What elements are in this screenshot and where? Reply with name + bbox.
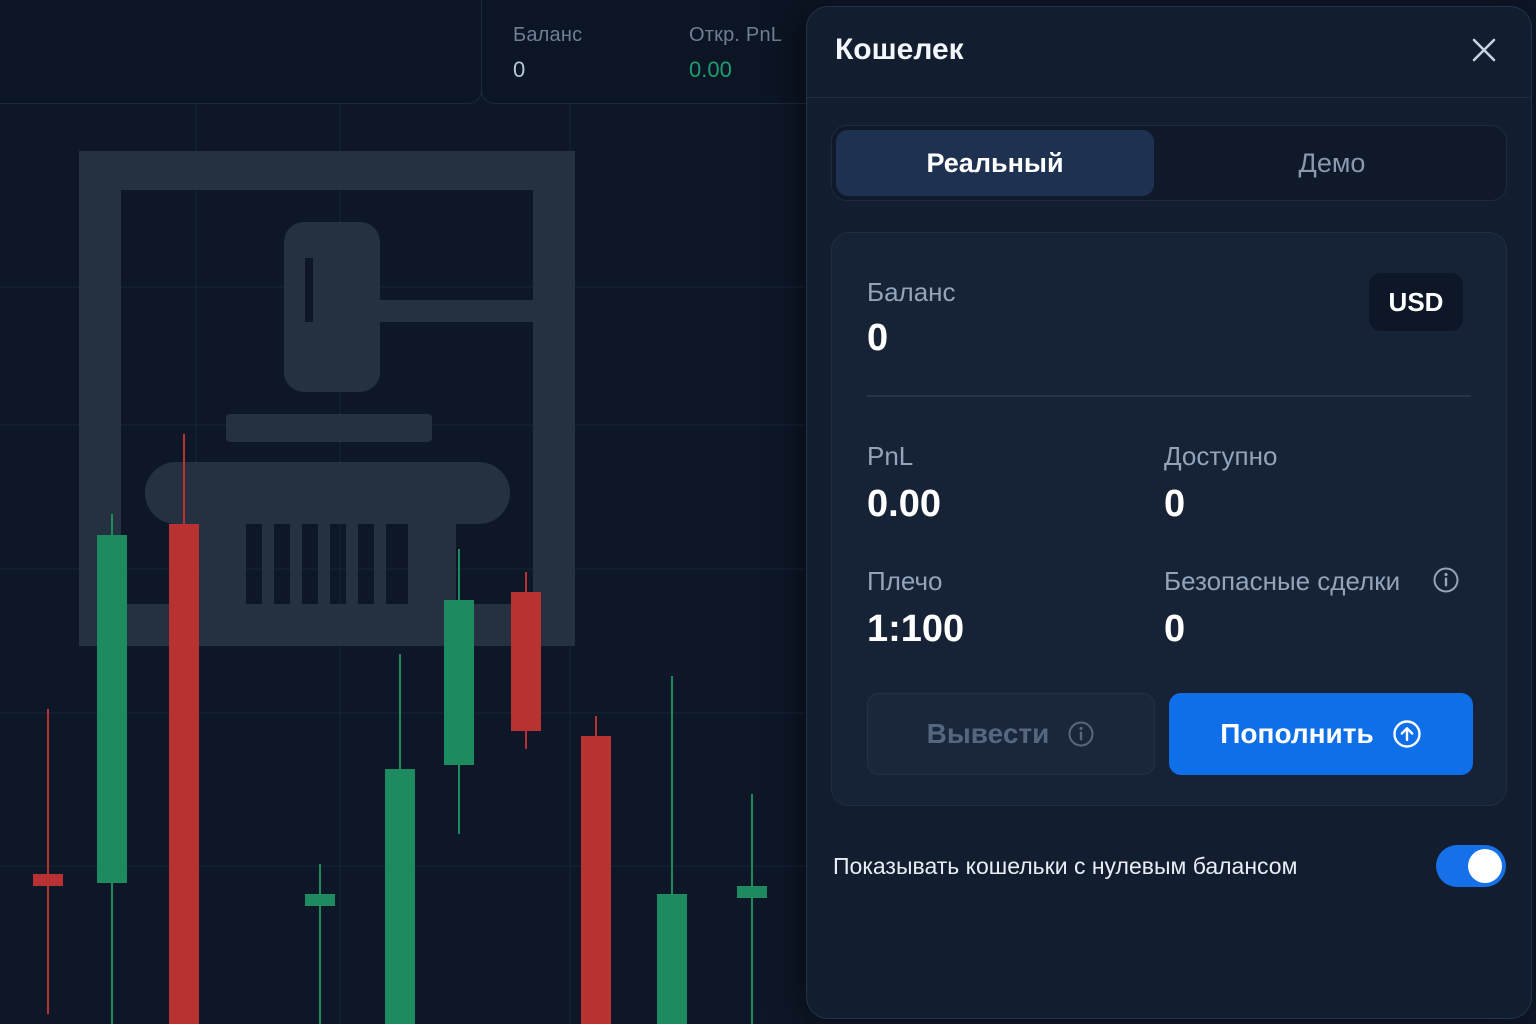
balance-value: 0 <box>867 317 889 359</box>
safe-trades-label: Безопасные сделки <box>1164 566 1401 596</box>
candle-body <box>385 769 415 1024</box>
close-icon <box>1472 38 1496 62</box>
card-divider <box>867 395 1471 397</box>
info-icon <box>1433 567 1459 593</box>
candle-body <box>33 874 63 886</box>
tab-real[interactable]: Реальный <box>836 130 1154 196</box>
deposit-label: Пополнить <box>1220 718 1374 749</box>
candle-body <box>169 524 199 1024</box>
account-summary-panel: Баланс 0 Откр. PnL 0.00 <box>481 0 806 104</box>
candle-body <box>97 535 127 883</box>
pnl-value: 0.00 <box>867 483 941 525</box>
deposit-button[interactable]: Пополнить <box>1169 693 1473 775</box>
zero-balance-wallets-toggle[interactable] <box>1436 845 1506 887</box>
candle-body <box>511 592 541 731</box>
leverage-value: 1:100 <box>867 608 965 650</box>
zero-balance-wallets-label: Показывать кошельки с нулевым балансом <box>833 853 1298 879</box>
tab-demo[interactable]: Демо <box>1162 130 1502 196</box>
candlestick-chart <box>33 434 767 1024</box>
balance-card: Баланс 0 USD PnL 0.00 Доступно 0 Плечо 1… <box>831 232 1507 806</box>
top-panel-left <box>0 0 482 104</box>
summary-balance: Баланс 0 <box>513 24 582 83</box>
available-value: 0 <box>1164 483 1186 525</box>
pnl-label: PnL <box>867 441 914 471</box>
wallet-tabs: Реальный Демо <box>831 125 1507 201</box>
summary-balance-value: 0 <box>513 57 526 82</box>
summary-open-pnl-value: 0.00 <box>689 57 732 82</box>
summary-balance-label: Баланс <box>513 24 583 46</box>
close-button[interactable] <box>1467 33 1501 67</box>
wallet-header: Кошелек <box>807 7 1531 98</box>
balance-label: Баланс <box>867 277 956 307</box>
candle-body <box>305 894 335 906</box>
info-icon <box>1068 721 1094 747</box>
available-label: Доступно <box>1164 441 1278 471</box>
trading-app: Баланс 0 Откр. PnL 0.00 Кошелек Реальный… <box>0 0 1536 1024</box>
toggle-knob <box>1468 849 1502 883</box>
candle-body <box>581 736 611 1024</box>
safe-trades-value: 0 <box>1164 608 1186 650</box>
candle-body <box>444 600 474 765</box>
panel-title: Кошелек <box>835 33 964 66</box>
currency-selector[interactable]: USD <box>1369 273 1463 331</box>
summary-open-pnl-label: Откр. PnL <box>689 24 783 46</box>
candle-body <box>657 894 687 1024</box>
candle-body <box>737 886 767 898</box>
wallet-panel: Кошелек Реальный Демо Баланс 0 USD PnL 0… <box>806 6 1532 1019</box>
withdraw-label: Вывести <box>926 718 1050 749</box>
arrow-up-circle-icon <box>1392 720 1421 748</box>
chart-area[interactable]: Баланс 0 Откр. PnL 0.00 <box>0 0 806 1024</box>
zero-balance-wallets-row: Показывать кошельки с нулевым балансом <box>833 845 1506 891</box>
summary-open-pnl: Откр. PnL 0.00 <box>689 24 782 83</box>
leverage-label: Плечо <box>867 566 943 596</box>
withdraw-button[interactable]: Вывести <box>867 693 1155 775</box>
safe-trades-info-icon[interactable] <box>1432 566 1460 599</box>
